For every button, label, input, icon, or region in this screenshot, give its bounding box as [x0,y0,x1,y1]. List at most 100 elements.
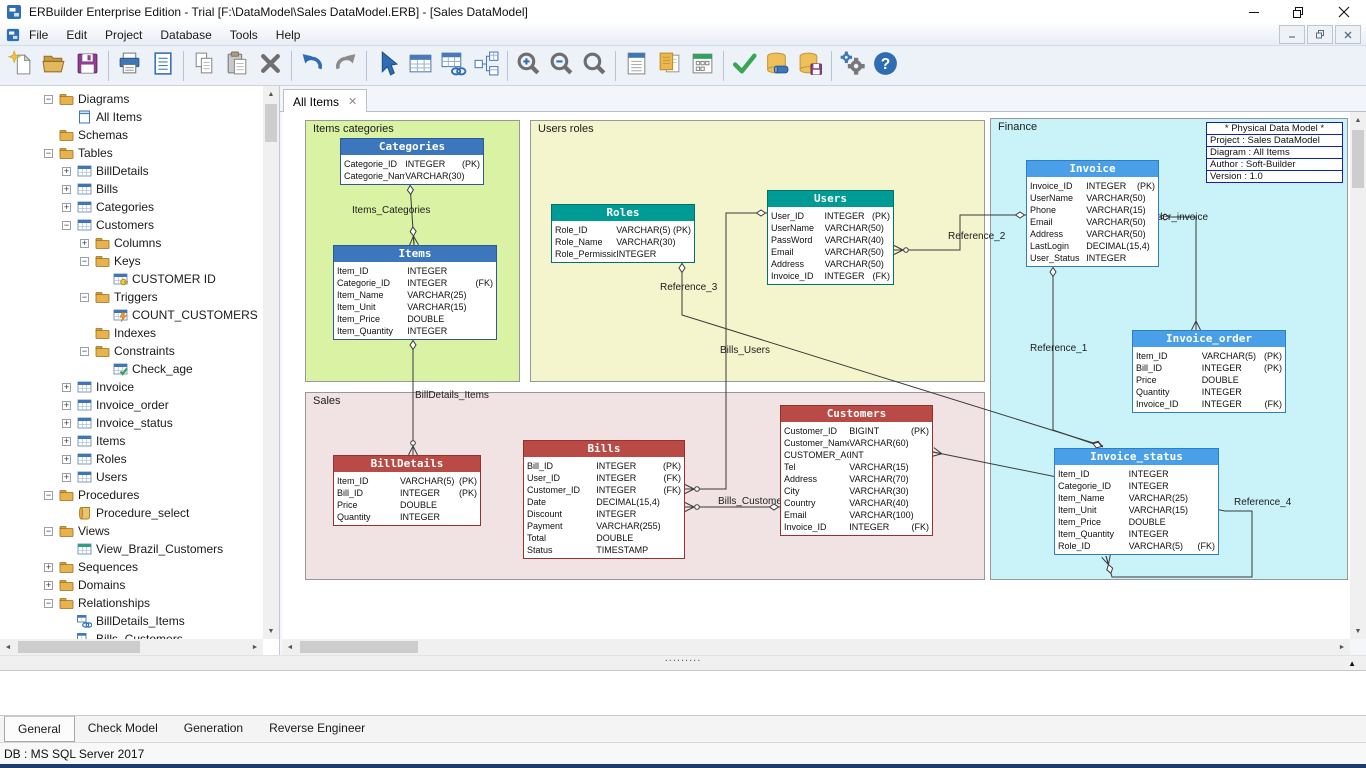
restore-button[interactable] [1276,0,1321,24]
scroll-down-icon[interactable]: ▼ [263,623,279,639]
expand-icon[interactable]: + [62,473,71,482]
report-button[interactable] [146,49,179,82]
collapse-icon[interactable]: − [62,221,71,230]
expand-icon[interactable]: + [62,167,71,176]
database-script-button[interactable] [761,49,794,82]
tree-vertical-scrollbar[interactable]: ▲ ▼ [263,86,279,639]
tree-item-procedure-select[interactable]: Procedure_select [0,504,263,522]
scroll-right-icon[interactable]: ► [1334,639,1350,655]
tree-item-bills[interactable]: +Bills [0,180,263,198]
collapse-panel-icon[interactable]: ▲ [1348,659,1356,668]
mdi-close-button[interactable] [1335,25,1361,44]
open-folder-button[interactable] [38,49,71,82]
menu-project[interactable]: Project [96,24,151,45]
collapse-icon[interactable]: − [44,527,53,536]
expand-icon[interactable]: + [62,185,71,194]
expand-icon[interactable]: + [62,437,71,446]
new-document-button[interactable] [5,49,38,82]
save-button[interactable] [71,49,104,82]
scroll-up-icon[interactable]: ▲ [263,86,279,102]
zoom-in-button[interactable] [512,49,545,82]
model-tree-button[interactable] [470,49,503,82]
collapse-icon[interactable]: − [80,347,89,356]
entity-invoice_status[interactable]: Invoice_statusItem_IDINTEGERCategorie_ID… [1054,448,1219,555]
relationship-label-reference_1[interactable]: Reference_1 [1030,343,1087,354]
menu-database[interactable]: Database [151,24,220,45]
check-model-button[interactable] [728,49,761,82]
expand-icon[interactable]: + [62,401,71,410]
expand-icon[interactable]: + [62,419,71,428]
splitter-handle[interactable]: ......... [665,652,702,664]
form-grid-button[interactable] [686,49,719,82]
model-info-note[interactable]: * Physical Data Model *Project : Sales D… [1206,123,1343,183]
tree-horizontal-scrollbar[interactable]: ◄ ► [0,639,263,655]
document-copy-button[interactable] [653,49,686,82]
collapse-icon[interactable]: − [44,491,53,500]
print-button[interactable] [113,49,146,82]
tree-item-billdetails[interactable]: +BillDetails [0,162,263,180]
relationship-label-billdetails_items[interactable]: BillDetails_Items [415,390,489,401]
tree-item-all-items[interactable]: All Items [0,108,263,126]
scroll-right-icon[interactable]: ► [247,639,263,655]
tree-item-schemas[interactable]: Schemas [0,126,263,144]
copy-button[interactable] [188,49,221,82]
mdi-restore-button[interactable] [1307,25,1333,44]
bottom-tab-check-model[interactable]: Check Model [75,716,171,742]
pointer-button[interactable] [371,49,404,82]
menu-help[interactable]: Help [267,24,310,45]
help-button[interactable]: ? [869,49,902,82]
table-relationship-button[interactable] [437,49,470,82]
relationship-label-reference_3[interactable]: Reference_3 [660,282,717,293]
tree-item-columns[interactable]: +Columns [0,234,263,252]
entity-invoice_order[interactable]: Invoice_orderItem_IDVARCHAR(5)(PK)Bill_I… [1132,330,1286,413]
expand-icon[interactable]: + [44,581,53,590]
collapse-icon[interactable]: − [80,257,89,266]
minimize-button[interactable] [1231,0,1276,24]
bottom-tab-generation[interactable]: Generation [171,716,256,742]
horizontal-splitter[interactable]: ......... ▲ [0,655,1366,670]
tree-item-invoice[interactable]: +Invoice [0,378,263,396]
bottom-tab-general[interactable]: General [4,716,75,742]
collapse-icon[interactable]: − [44,95,53,104]
diagram-canvas[interactable]: Items categoriesUsers rolesFinanceSalesI… [282,112,1350,639]
zoom-out-button[interactable] [545,49,578,82]
paste-button[interactable] [221,49,254,82]
settings-button[interactable] [836,49,869,82]
database-save-button[interactable] [794,49,827,82]
tree-item-roles[interactable]: +Roles [0,450,263,468]
scroll-left-icon[interactable]: ◄ [0,639,16,655]
tree-item-domains[interactable]: +Domains [0,576,263,594]
scroll-down-icon[interactable]: ▼ [1350,623,1366,639]
entity-invoice[interactable]: InvoiceInvoice_IDINTEGER(PK)UserNameVARC… [1026,160,1159,267]
tree-item-relationships[interactable]: −Relationships [0,594,263,612]
entity-categories[interactable]: CategoriesCategorie_IDINTEGER(PK)Categor… [340,138,484,185]
tree-item-view-brazil-customers[interactable]: View_Brazil_Customers [0,540,263,558]
expand-icon[interactable]: + [62,383,71,392]
expand-icon[interactable]: + [62,455,71,464]
tree-item-diagrams[interactable]: −Diagrams [0,90,263,108]
entity-bills[interactable]: BillsBill_IDINTEGER(PK)User_IDINTEGER(FK… [523,440,685,559]
tree-item-tables[interactable]: −Tables [0,144,263,162]
menu-tools[interactable]: Tools [221,24,267,45]
close-button[interactable] [1321,0,1366,24]
undo-button[interactable] [296,49,329,82]
tree-item-bills-customers[interactable]: Bills_Customers [0,630,263,639]
scroll-up-icon[interactable]: ▲ [1350,112,1366,128]
tab-close-icon[interactable]: ✕ [348,95,357,108]
tab-all-items[interactable]: All Items ✕ [283,89,367,113]
entity-billdetails[interactable]: BillDetailsItem_IDVARCHAR(5)(PK)Bill_IDI… [333,455,481,526]
collapse-icon[interactable]: − [44,149,53,158]
menu-edit[interactable]: Edit [57,24,96,45]
tree-item-indexes[interactable]: Indexes [0,324,263,342]
tree-item-customers[interactable]: −Customers [0,216,263,234]
bottom-tab-reverse-engineer[interactable]: Reverse Engineer [256,716,378,742]
entity-items[interactable]: ItemsItem_IDINTEGERCategorie_IDINTEGER(F… [333,245,497,340]
document-report-button[interactable] [620,49,653,82]
tree-item-triggers[interactable]: −Triggers [0,288,263,306]
collapse-icon[interactable]: − [44,599,53,608]
tree-item-categories[interactable]: +Categories [0,198,263,216]
delete-button[interactable] [254,49,287,82]
tree-item-items[interactable]: +Items [0,432,263,450]
tree-item-invoice-order[interactable]: +Invoice_order [0,396,263,414]
tree-item-keys[interactable]: −Keys [0,252,263,270]
